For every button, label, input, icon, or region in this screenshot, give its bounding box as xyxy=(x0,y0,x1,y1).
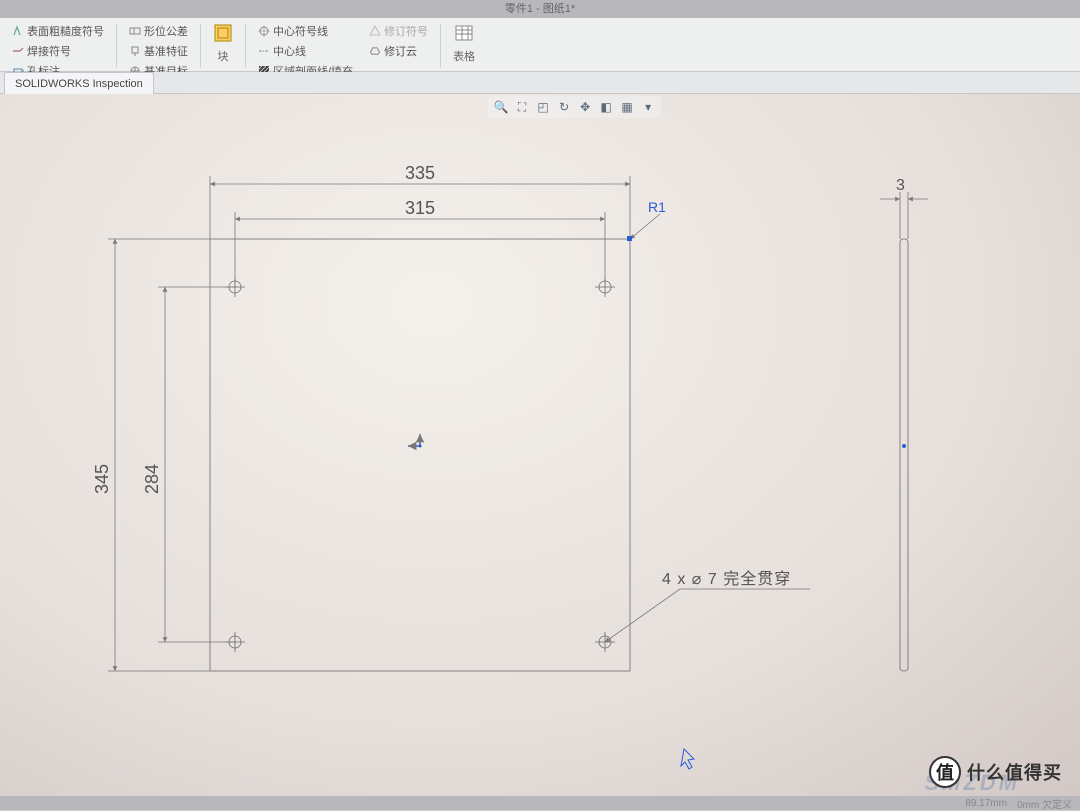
drawing-svg: 335 315 345 284 R1 4 x ⌀ 7 完全贯 xyxy=(0,94,1080,796)
geom-tolerance-button[interactable]: 形位公差 xyxy=(127,22,190,40)
side-view xyxy=(900,239,908,671)
weld-symbol-button[interactable]: 焊接符号 xyxy=(10,42,106,60)
ribbon-group-revision: 修订符号 修订云 xyxy=(363,22,434,60)
datum-feature-icon xyxy=(129,45,141,57)
status-defined: 0mm 欠定义 xyxy=(1017,796,1072,811)
window-titlebar: 零件1 - 图纸1* xyxy=(0,0,1080,18)
side-view-origin xyxy=(902,444,906,448)
svg-text:315: 315 xyxy=(405,198,435,218)
surface-finish-button[interactable]: 表面粗糙度符号 xyxy=(10,22,106,40)
plate-outline xyxy=(210,239,630,671)
revision-symbol-icon xyxy=(369,25,381,37)
center-mark-icon xyxy=(258,25,270,37)
dimension-height-284[interactable]: 284 xyxy=(142,287,235,642)
status-mm: 89.17mm xyxy=(965,798,1007,809)
svg-text:335: 335 xyxy=(405,163,435,183)
geom-tol-icon xyxy=(129,25,141,37)
ribbon-toolbar: 表面粗糙度符号 焊接符号 孔标注 形位公差 基准特征 xyxy=(0,18,1080,72)
drawing-canvas[interactable]: 🔍 ⛶ ◰ ↻ ✥ ◧ ▦ ▾ xyxy=(0,94,1080,796)
tab-inspection[interactable]: SOLIDWORKS Inspection xyxy=(4,72,154,94)
hole-callout-note[interactable]: 4 x ⌀ 7 完全贯穿 xyxy=(605,570,810,642)
watermark-text: 什么值得买 xyxy=(967,759,1062,785)
table-icon xyxy=(454,23,474,43)
svg-text:345: 345 xyxy=(92,464,112,494)
block-icon xyxy=(213,23,233,43)
centerline-button[interactable]: 中心线 xyxy=(256,42,355,60)
svg-text:R1: R1 xyxy=(648,199,666,215)
centerline-icon xyxy=(258,45,270,57)
svg-text:3: 3 xyxy=(896,177,905,194)
datum-feature-button[interactable]: 基准特征 xyxy=(127,42,190,60)
revision-symbol-button[interactable]: 修订符号 xyxy=(367,22,430,40)
ribbon-group-tables: 表格 xyxy=(447,22,481,65)
ribbon-group-blocks: 块 xyxy=(207,22,239,65)
command-tab-row: SOLIDWORKS Inspection xyxy=(0,72,1080,94)
status-bar: 89.17mm 0mm 欠定义 xyxy=(0,796,1080,810)
window-title: 零件1 - 图纸1* xyxy=(505,3,575,15)
svg-text:4 x ⌀ 7 完全贯穿: 4 x ⌀ 7 完全贯穿 xyxy=(662,570,791,588)
view-origin-marker xyxy=(408,434,422,448)
surface-finish-icon xyxy=(12,25,24,37)
tables-button[interactable]: 表格 xyxy=(451,22,477,65)
watermark-circle-icon: 值 xyxy=(929,756,961,788)
revision-cloud-icon xyxy=(369,45,381,57)
cursor-icon xyxy=(681,749,694,769)
revision-cloud-button[interactable]: 修订云 xyxy=(367,42,430,60)
center-mark-button[interactable]: 中心符号线 xyxy=(256,22,355,40)
dimension-width-315[interactable]: 315 xyxy=(235,198,605,287)
dimension-thickness-3[interactable]: 3 xyxy=(880,177,928,239)
weld-icon xyxy=(12,45,24,57)
watermark-logo: 值 什么值得买 xyxy=(929,756,1062,788)
blocks-button[interactable]: 块 xyxy=(211,22,235,65)
dimension-radius-r1[interactable]: R1 xyxy=(627,199,666,241)
dimension-height-345[interactable]: 345 xyxy=(92,239,210,671)
svg-text:284: 284 xyxy=(142,464,162,494)
